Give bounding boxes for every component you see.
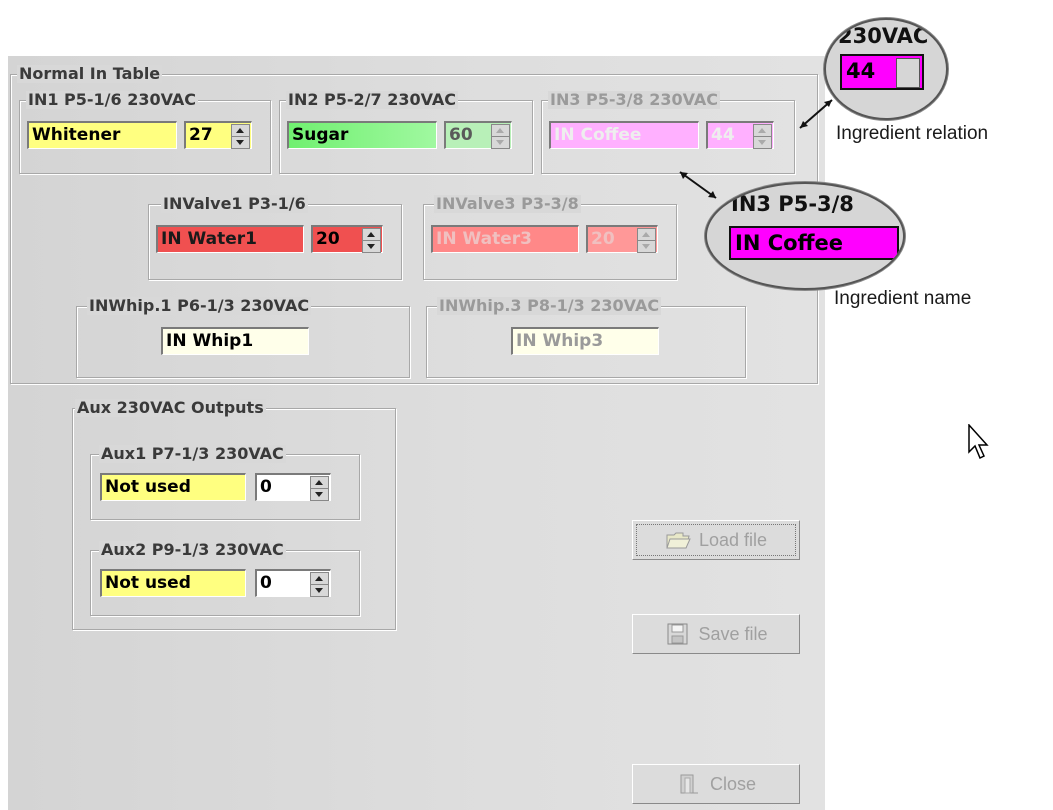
valve3-legend: INValve3 P3-3/8 [434, 194, 581, 213]
in3-name-field[interactable]: IN Coffee [549, 121, 699, 149]
aux-outputs-title: Aux 230VAC Outputs [75, 398, 266, 417]
lens1-spin-arrows-icon [896, 58, 920, 88]
aux2-group: Aux2 P9-1/3 230VAC Not used 0 [90, 541, 360, 616]
lens1-value: 44 [846, 59, 876, 83]
whip3-legend: INWhip.3 P8-1/3 230VAC [437, 296, 662, 315]
in2-group: IN2 P5-2/7 230VAC Sugar 60 [279, 91, 533, 174]
in3-group: IN3 P5-3/8 230VAC IN Coffee 44 [541, 91, 795, 174]
aux2-relation-value: 0 [260, 573, 272, 593]
aux2-spin-arrows-icon[interactable] [310, 572, 329, 597]
valve1-relation-value: 20 [316, 229, 340, 249]
aux1-name-field[interactable]: Not used [100, 473, 246, 501]
in2-relation-spinner[interactable]: 60 [444, 121, 512, 149]
valve1-legend: INValve1 P3-1/6 [161, 194, 308, 213]
valve1-group: INValve1 P3-1/6 IN Water1 20 [148, 195, 402, 280]
valve1-relation-spinner[interactable]: 20 [311, 225, 383, 253]
aux1-legend: Aux1 P7-1/3 230VAC [99, 444, 286, 463]
aux2-relation-spinner[interactable]: 0 [255, 569, 331, 597]
aux1-relation-spinner[interactable]: 0 [255, 473, 331, 501]
valve1-spin-arrows-icon[interactable] [362, 228, 381, 253]
in3-legend: IN3 P5-3/8 230VAC [548, 90, 721, 109]
lens2-legend: IN3 P5-3/8 [731, 192, 854, 216]
in2-spin-arrows-icon[interactable] [491, 124, 510, 149]
valve1-name-field[interactable]: IN Water1 [156, 225, 304, 253]
name-magnifier: IN3 P5-3/8 IN Coffee [705, 182, 905, 290]
relation-magnifier: 230VAC 44 [824, 18, 948, 120]
in3-relation-value: 44 [711, 125, 735, 145]
valve3-group: INValve3 P3-3/8 IN Water3 20 [423, 195, 677, 280]
exit-door-icon [676, 773, 702, 795]
aux1-spin-arrows-icon[interactable] [310, 476, 329, 501]
in1-relation-value: 27 [189, 125, 213, 145]
save-file-button[interactable]: Save file [632, 614, 800, 654]
close-label: Close [709, 773, 757, 794]
lens1-legend: 230VAC [838, 24, 929, 48]
in3-spin-arrows-icon[interactable] [753, 124, 772, 149]
in1-relation-spinner[interactable]: 27 [184, 121, 252, 149]
whip1-name-field[interactable]: IN Whip1 [161, 327, 309, 355]
in1-legend: IN1 P5-1/6 230VAC [26, 90, 199, 109]
valve3-relation-spinner[interactable]: 20 [586, 225, 658, 253]
in2-name-field[interactable]: Sugar [287, 121, 437, 149]
in1-name-field[interactable]: Whitener [27, 121, 177, 149]
aux1-relation-value: 0 [260, 477, 272, 497]
close-button[interactable]: Close [632, 764, 800, 804]
ingredient-relation-label: Ingredient relation [836, 123, 989, 144]
name-arrow-icon [679, 171, 717, 199]
save-file-label: Save file [698, 623, 768, 644]
aux2-name-field[interactable]: Not used [100, 569, 246, 597]
in3-relation-spinner[interactable]: 44 [706, 121, 774, 149]
floppy-disk-icon [664, 623, 690, 645]
valve3-spin-arrows-icon[interactable] [637, 228, 656, 253]
lens1-relation-field: 44 [840, 54, 924, 90]
whip3-name-field[interactable]: IN Whip3 [511, 327, 659, 355]
whip1-legend: INWhip.1 P6-1/3 230VAC [87, 296, 312, 315]
aux1-group: Aux1 P7-1/3 230VAC Not used 0 [90, 445, 360, 520]
in1-spin-arrows-icon[interactable] [231, 124, 250, 149]
in2-relation-value: 60 [449, 125, 473, 145]
normal-in-table-title: Normal In Table [17, 64, 163, 83]
aux2-legend: Aux2 P9-1/3 230VAC [99, 540, 286, 559]
whip1-group: INWhip.1 P6-1/3 230VAC IN Whip1 [76, 297, 410, 378]
in2-legend: IN2 P5-2/7 230VAC [286, 90, 459, 109]
load-file-label: Load file [698, 529, 768, 550]
in1-group: IN1 P5-1/6 230VAC Whitener 27 [19, 91, 271, 174]
ingredient-name-label: Ingredient name [834, 288, 972, 309]
folder-icon [665, 529, 691, 551]
lens2-name-field: IN Coffee [729, 226, 899, 260]
valve3-name-field[interactable]: IN Water3 [431, 225, 579, 253]
valve3-relation-value: 20 [591, 229, 615, 249]
relation-arrow-icon [799, 99, 833, 129]
load-file-button[interactable]: Load file [632, 520, 800, 560]
mouse-cursor-icon [968, 424, 989, 460]
whip3-group: INWhip.3 P8-1/3 230VAC IN Whip3 [426, 297, 746, 378]
